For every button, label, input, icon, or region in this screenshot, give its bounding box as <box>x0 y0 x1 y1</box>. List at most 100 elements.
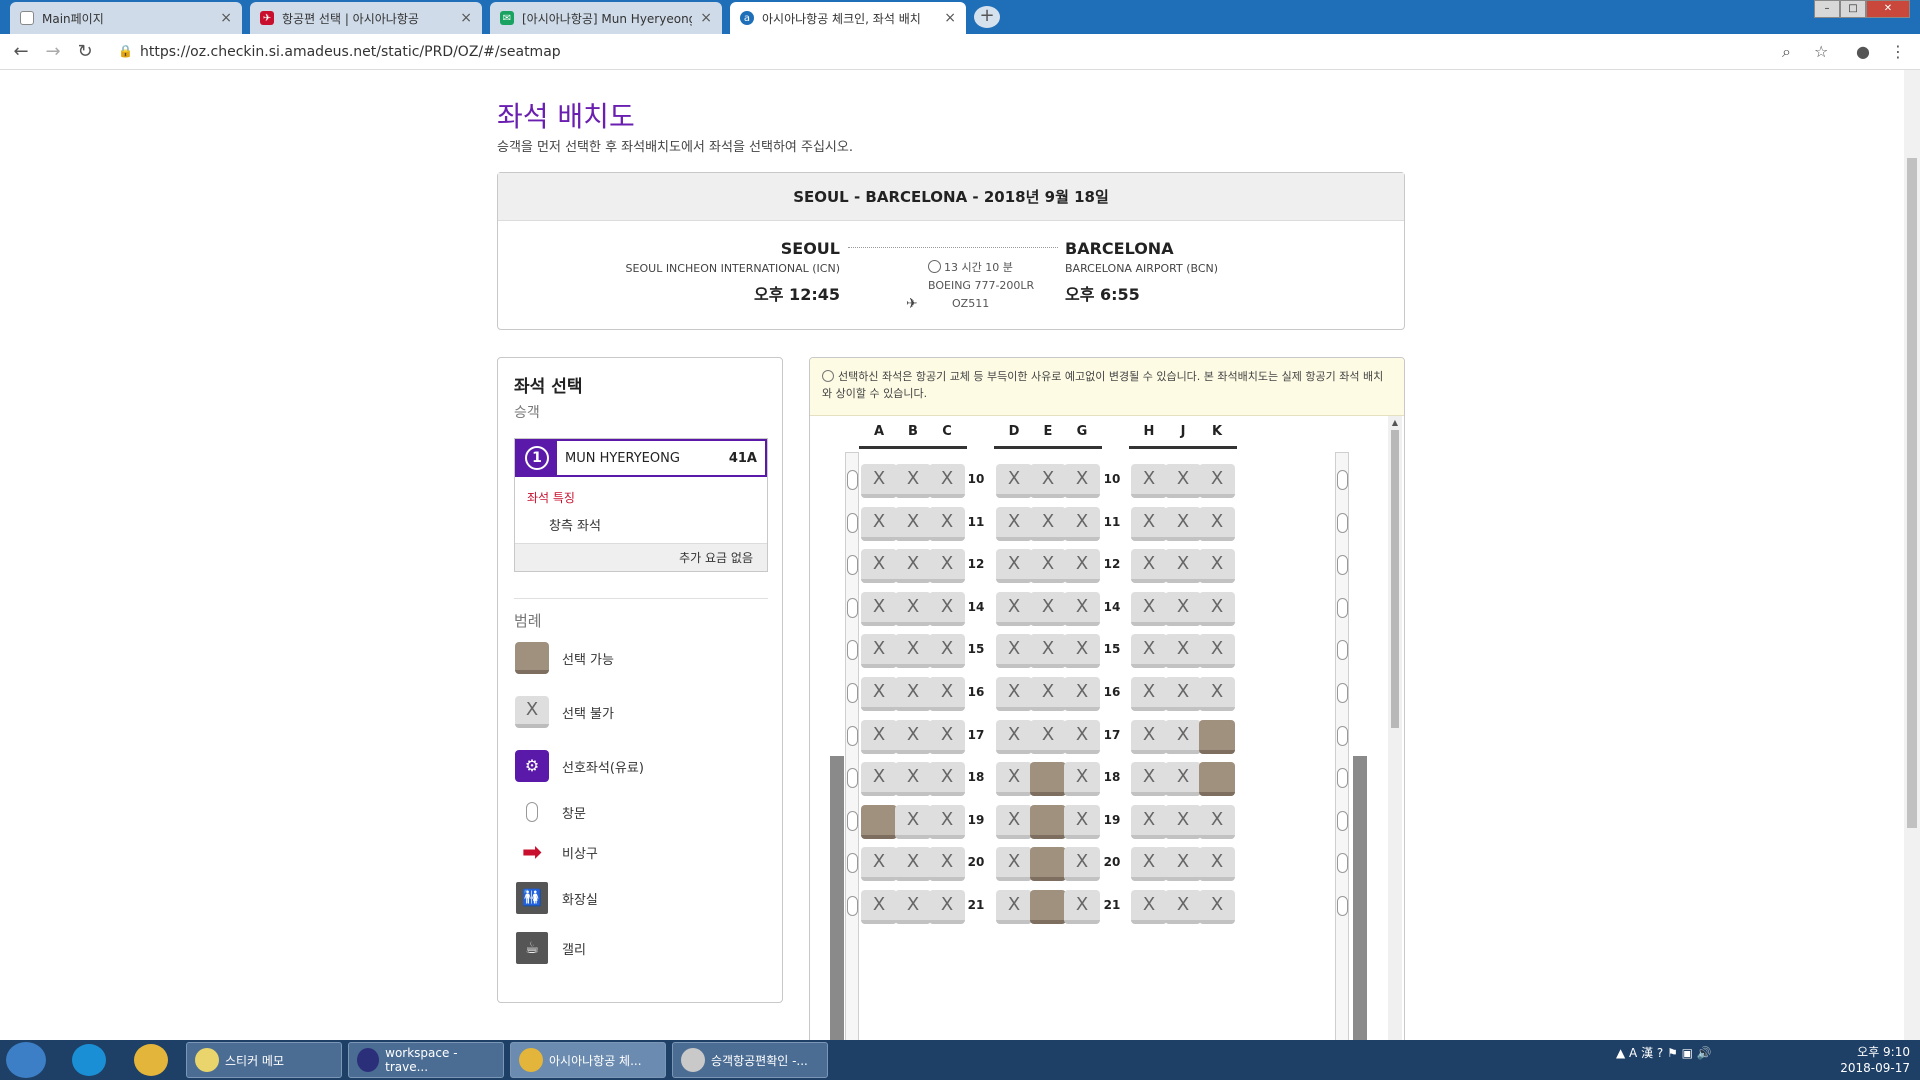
seat-12K[interactable]: X <box>1199 549 1235 584</box>
taskbar-workspace[interactable]: workspace - trave... <box>348 1042 504 1078</box>
seat-16A[interactable]: X <box>861 677 897 711</box>
tab-mail[interactable]: ✉ [아시아나항공] Mun Hyeryeong × <box>490 2 722 34</box>
seat-15B[interactable]: X <box>895 634 931 669</box>
taskbar-sticky-notes[interactable]: 스티커 메모 <box>186 1042 342 1078</box>
seat-15C[interactable]: X <box>929 634 965 669</box>
seat-19G[interactable]: X <box>1064 804 1100 839</box>
close-icon[interactable]: × <box>220 10 232 26</box>
seat-16K[interactable]: X <box>1199 677 1235 711</box>
seat-16G[interactable]: X <box>1064 677 1100 711</box>
bookmark-star-icon[interactable]: ☆ <box>1814 42 1828 61</box>
seat-15E[interactable]: X <box>1030 634 1066 669</box>
seat-15K[interactable]: X <box>1199 634 1235 669</box>
seat-20G[interactable]: X <box>1064 847 1100 882</box>
seat-19K[interactable]: X <box>1199 804 1235 839</box>
seat-21H[interactable]: X <box>1131 890 1167 924</box>
seat-12E[interactable]: X <box>1030 549 1066 584</box>
seat-10G[interactable]: X <box>1064 464 1100 498</box>
seat-16C[interactable]: X <box>929 677 965 711</box>
seat-18E[interactable] <box>1030 762 1066 797</box>
seat-20K[interactable]: X <box>1199 847 1235 882</box>
close-icon[interactable]: × <box>944 10 956 26</box>
page-scroll-thumb[interactable] <box>1907 158 1917 828</box>
seat-16B[interactable]: X <box>895 677 931 711</box>
seat-10A[interactable]: X <box>861 464 897 498</box>
seat-17E[interactable]: X <box>1030 719 1066 754</box>
zoom-icon[interactable]: ⌕ <box>1782 42 1791 62</box>
seat-10C[interactable]: X <box>929 464 965 498</box>
menu-icon[interactable]: ⋮ <box>1890 42 1906 61</box>
seat-11B[interactable]: X <box>895 506 931 541</box>
seat-20J[interactable]: X <box>1165 847 1201 882</box>
seat-14H[interactable]: X <box>1131 591 1167 626</box>
seat-12C[interactable]: X <box>929 549 965 584</box>
chrome-icon[interactable] <box>134 1044 168 1076</box>
seat-11K[interactable]: X <box>1199 506 1235 541</box>
seat-19E[interactable] <box>1030 804 1066 839</box>
seat-14D[interactable]: X <box>996 591 1032 626</box>
seat-10H[interactable]: X <box>1131 464 1167 498</box>
seat-10B[interactable]: X <box>895 464 931 498</box>
seat-10D[interactable]: X <box>996 464 1032 498</box>
maximize-button[interactable]: □ <box>1840 0 1866 18</box>
start-button[interactable] <box>6 1042 46 1078</box>
seat-15D[interactable]: X <box>996 634 1032 669</box>
seat-17B[interactable]: X <box>895 719 931 754</box>
seat-15J[interactable]: X <box>1165 634 1201 669</box>
system-tray[interactable]: ▲ A 漢 ? ⚑ ▣ 🔊 <box>1616 1044 1712 1061</box>
seat-12J[interactable]: X <box>1165 549 1201 584</box>
seat-18D[interactable]: X <box>996 762 1032 797</box>
seat-17J[interactable]: X <box>1165 719 1201 754</box>
seat-11E[interactable]: X <box>1030 506 1066 541</box>
seat-18A[interactable]: X <box>861 762 897 797</box>
seat-12G[interactable]: X <box>1064 549 1100 584</box>
seat-21B[interactable]: X <box>895 890 931 924</box>
seat-14E[interactable]: X <box>1030 591 1066 626</box>
seat-11J[interactable]: X <box>1165 506 1201 541</box>
seat-18G[interactable]: X <box>1064 762 1100 797</box>
seat-12D[interactable]: X <box>996 549 1032 584</box>
seat-15G[interactable]: X <box>1064 634 1100 669</box>
seat-14J[interactable]: X <box>1165 591 1201 626</box>
seat-17K[interactable] <box>1199 719 1235 754</box>
minimize-button[interactable]: – <box>1814 0 1840 18</box>
seat-18K[interactable] <box>1199 762 1235 797</box>
scroll-up-arrow-icon[interactable]: ▲ <box>1388 416 1402 430</box>
seat-12B[interactable]: X <box>895 549 931 584</box>
seat-21E[interactable] <box>1030 890 1066 924</box>
seat-21G[interactable]: X <box>1064 890 1100 924</box>
seat-20B[interactable]: X <box>895 847 931 882</box>
profile-icon[interactable]: ● <box>1856 42 1870 61</box>
seat-21D[interactable]: X <box>996 890 1032 924</box>
close-icon[interactable]: × <box>700 10 712 26</box>
seat-20C[interactable]: X <box>929 847 965 882</box>
seat-16H[interactable]: X <box>1131 677 1167 711</box>
seat-18H[interactable]: X <box>1131 762 1167 797</box>
seat-11H[interactable]: X <box>1131 506 1167 541</box>
seat-14K[interactable]: X <box>1199 591 1235 626</box>
seat-16D[interactable]: X <box>996 677 1032 711</box>
seat-19C[interactable]: X <box>929 804 965 839</box>
system-clock[interactable]: 오후 9:10 2018-09-17 <box>1820 1044 1910 1076</box>
seat-19A[interactable] <box>861 804 897 839</box>
seat-21K[interactable]: X <box>1199 890 1235 924</box>
new-tab-button[interactable]: + <box>974 6 1000 28</box>
seat-12A[interactable]: X <box>861 549 897 584</box>
seat-15A[interactable]: X <box>861 634 897 669</box>
seat-19B[interactable]: X <box>895 804 931 839</box>
seat-18J[interactable]: X <box>1165 762 1201 797</box>
seat-18C[interactable]: X <box>929 762 965 797</box>
seat-17G[interactable]: X <box>1064 719 1100 754</box>
seat-17C[interactable]: X <box>929 719 965 754</box>
seat-21J[interactable]: X <box>1165 890 1201 924</box>
seat-12H[interactable]: X <box>1131 549 1167 584</box>
seat-11A[interactable]: X <box>861 506 897 541</box>
seat-18B[interactable]: X <box>895 762 931 797</box>
seat-21A[interactable]: X <box>861 890 897 924</box>
tab-checkin-seatmap[interactable]: a 아시아나항공 체크인, 좌석 배치 × <box>730 2 966 34</box>
close-icon[interactable]: × <box>460 10 472 26</box>
window-close-button[interactable]: ✕ <box>1866 0 1910 18</box>
seat-14A[interactable]: X <box>861 591 897 626</box>
seat-14C[interactable]: X <box>929 591 965 626</box>
passenger-card[interactable]: 1 MUN HYERYEONG 41A 좌석 특징 창측 좌석 추가 요금 없음 <box>514 438 768 572</box>
